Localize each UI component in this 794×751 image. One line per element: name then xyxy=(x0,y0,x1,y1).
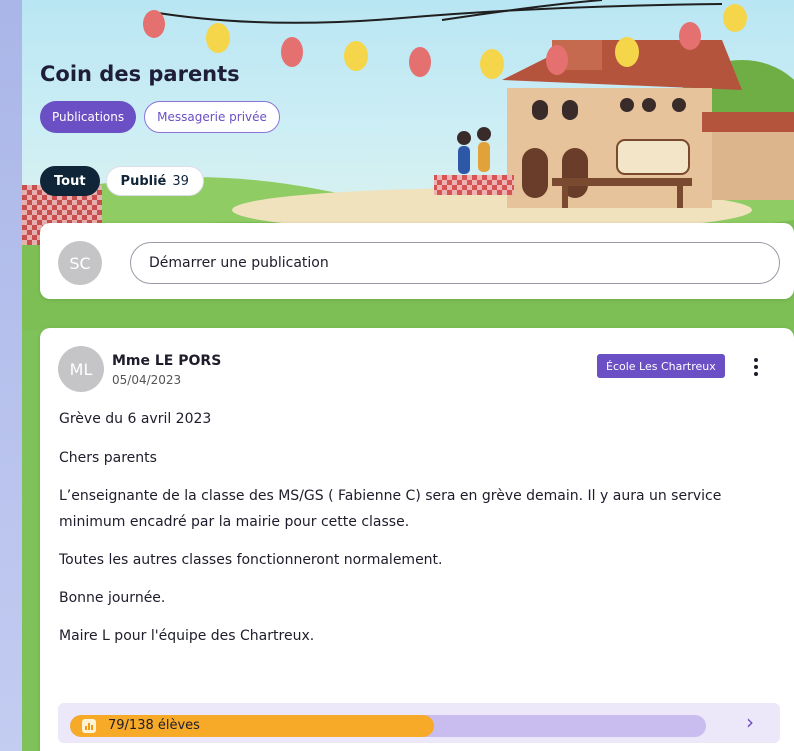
author-name: Mme LE PORS xyxy=(112,353,222,369)
post-paragraph: Toutes les autres classes fonctionneront… xyxy=(59,552,443,568)
current-user-avatar: SC xyxy=(58,241,102,285)
post-body: Grève du 6 avril 2023 Chers parents L’en… xyxy=(59,406,779,661)
read-receipts-bar[interactable]: 79/138 élèves › xyxy=(58,703,780,743)
read-count-label: 79/138 élèves xyxy=(108,718,200,733)
post-title: Grève du 6 avril 2023 xyxy=(59,411,212,427)
post-paragraph: Bonne journée. xyxy=(59,590,166,606)
window-left-edge xyxy=(0,0,22,751)
read-progress-track: 79/138 élèves xyxy=(70,715,706,737)
chevron-right-icon[interactable]: › xyxy=(746,712,766,732)
filter-all-label: Tout xyxy=(54,173,86,189)
more-options-icon[interactable] xyxy=(748,356,764,378)
start-publication-input[interactable]: Démarrer une publication xyxy=(130,242,780,284)
status-filters: Tout Publié 39 xyxy=(40,166,204,196)
filter-published-chip[interactable]: Publié 39 xyxy=(105,166,204,196)
parents-corner-page: Coin des parents Publications Messagerie… xyxy=(22,0,794,751)
main-tabs: Publications Messagerie privée xyxy=(40,101,280,133)
author-avatar: ML xyxy=(58,346,104,392)
filter-all-chip[interactable]: Tout xyxy=(40,166,100,196)
post-paragraph: Chers parents xyxy=(59,450,157,466)
tab-private-messaging[interactable]: Messagerie privée xyxy=(144,101,280,133)
post-card: ML Mme LE PORS 05/04/2023 École Les Char… xyxy=(40,328,794,751)
page-title: Coin des parents xyxy=(40,62,240,86)
filter-published-label: Publié xyxy=(120,173,167,189)
tab-publications[interactable]: Publications xyxy=(40,101,137,133)
new-post-composer: SC Démarrer une publication xyxy=(40,223,794,299)
filter-published-count: 39 xyxy=(172,173,189,189)
school-badge: École Les Chartreux xyxy=(597,354,725,378)
bar-chart-icon xyxy=(82,719,96,733)
post-date: 05/04/2023 xyxy=(112,373,182,387)
post-paragraph: Maire L pour l'équipe des Chartreux. xyxy=(59,628,315,644)
post-paragraph: L’enseignante de la classe des MS/GS ( F… xyxy=(59,488,722,530)
